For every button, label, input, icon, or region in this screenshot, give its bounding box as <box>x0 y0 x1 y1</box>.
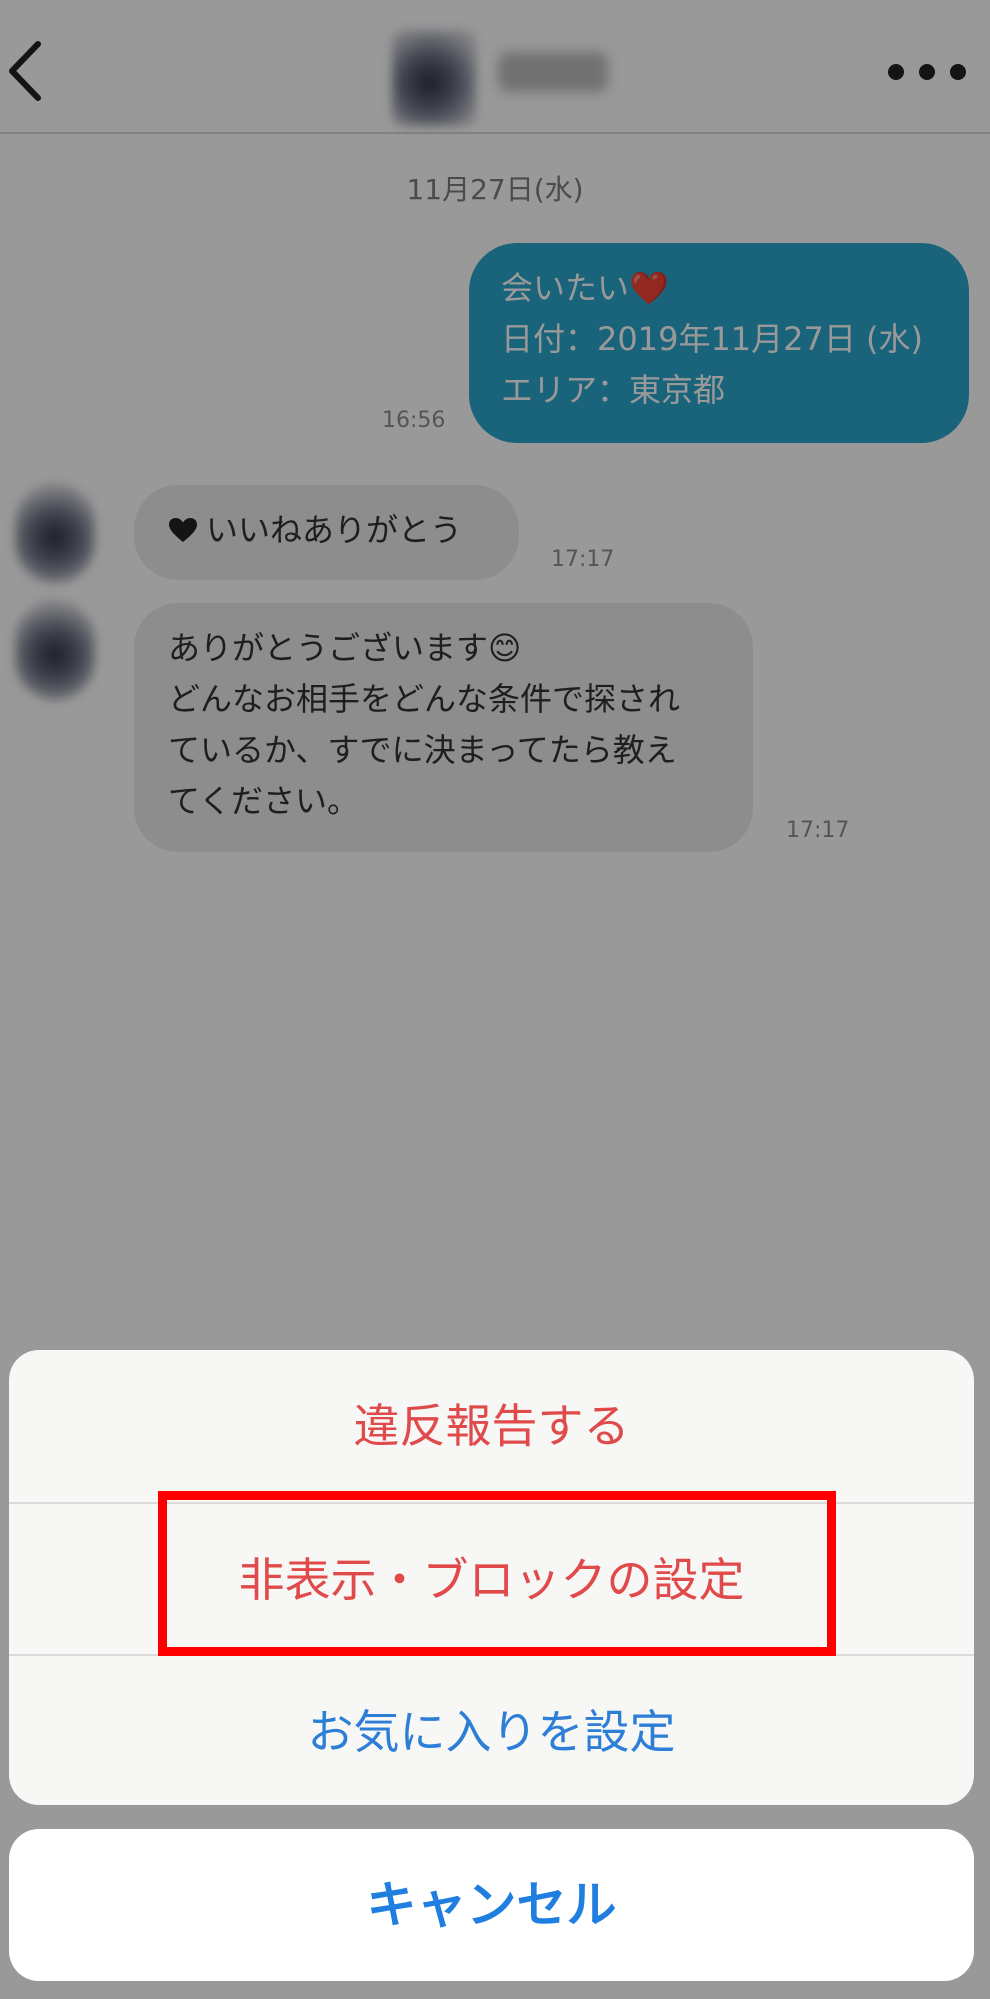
report-violation-button[interactable]: 違反報告する <box>9 1350 974 1502</box>
set-favorite-button[interactable]: お気に入りを設定 <box>9 1654 974 1805</box>
cancel-button[interactable]: キャンセル <box>9 1829 974 1981</box>
highlight-box <box>158 1491 836 1656</box>
